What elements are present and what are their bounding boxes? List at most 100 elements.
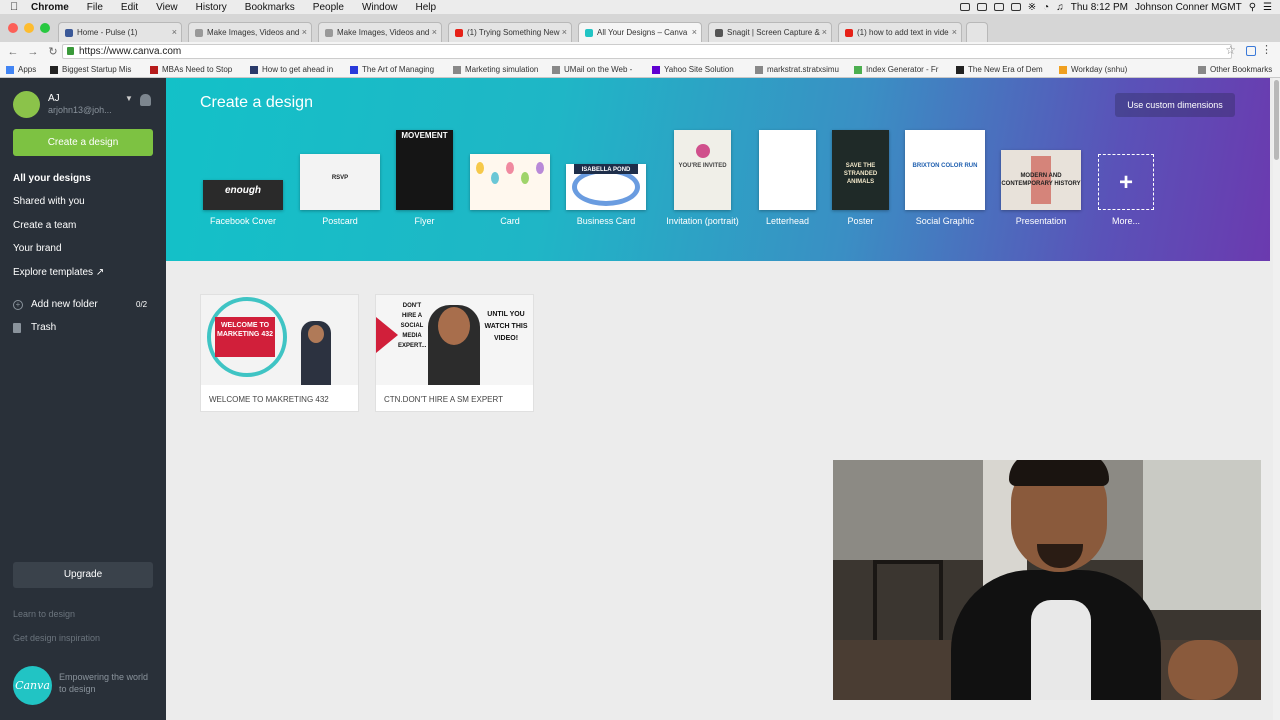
menu-people[interactable]: People	[304, 2, 353, 13]
sidebar-item-create-team[interactable]: Create a team	[13, 220, 76, 231]
bookmark-item[interactable]: Yahoo Site Solution	[652, 65, 734, 74]
back-icon[interactable]: ←	[6, 46, 20, 58]
bookmark-item[interactable]: Workday (snhu)	[1059, 65, 1127, 74]
tab[interactable]: (1) Trying Something New ×	[448, 22, 572, 42]
close-tab-icon[interactable]: ×	[822, 27, 827, 37]
menu-edit[interactable]: Edit	[112, 2, 147, 13]
bookmark-item[interactable]: markstrat.stratxsimu	[755, 65, 839, 74]
bookmark-label: Index Generator - Fr	[866, 65, 939, 74]
canva-logo[interactable]: Canva	[13, 666, 52, 705]
add-folder-item[interactable]: + Add new folder	[13, 299, 98, 310]
bookmark-item[interactable]: How to get ahead in	[250, 65, 333, 74]
upgrade-button[interactable]: Upgrade	[13, 562, 153, 588]
bookmark-icon	[755, 65, 763, 74]
cloud-icon[interactable]	[1010, 3, 1021, 11]
user-menu[interactable]: Johnson Conner MGMT	[1135, 2, 1242, 13]
sidebar-item-all-designs[interactable]: All your designs	[13, 173, 91, 184]
design-card[interactable]: DON'T HIRE A SOCIAL MEDIA EXPERT... UNTI…	[375, 294, 534, 412]
avatar[interactable]	[13, 91, 40, 118]
template-item[interactable]: SAVE THE STRANDED ANIMALS Poster	[832, 78, 889, 228]
snagit-icon[interactable]	[993, 3, 1004, 11]
tab[interactable]: Snagit | Screen Capture & ×	[708, 22, 832, 42]
sidebar: AJ arjohn13@joh... ▼ Create a design All…	[0, 78, 166, 720]
chevron-down-icon[interactable]: ▼	[125, 94, 133, 103]
bookmark-item[interactable]: Index Generator - Fr	[854, 65, 938, 74]
menu-bookmarks[interactable]: Bookmarks	[236, 2, 304, 13]
learn-link[interactable]: Learn to design	[13, 609, 75, 619]
close-tab-icon[interactable]: ×	[952, 27, 957, 37]
forward-icon[interactable]: →	[26, 46, 40, 58]
tab[interactable]: All Your Designs – Canva ×	[578, 22, 702, 42]
zoom-window-icon[interactable]	[40, 23, 50, 33]
macos-menubar:  Chrome File Edit View History Bookmark…	[0, 0, 1280, 14]
menu-file[interactable]: File	[78, 2, 112, 13]
bookmark-label: The New Era of Dem	[968, 65, 1043, 74]
tab[interactable]: Home - Pulse (1) ×	[58, 22, 182, 42]
tab[interactable]: Make Images, Videos and ×	[318, 22, 442, 42]
sidebar-item-explore-templates[interactable]: Explore templates ↗	[13, 267, 104, 278]
chrome-menu-icon[interactable]: ⋮	[1261, 43, 1272, 56]
camera-icon[interactable]	[959, 3, 970, 11]
menu-chrome[interactable]: Chrome	[22, 2, 78, 13]
bookmark-item[interactable]: Apps	[6, 65, 36, 74]
tab[interactable]: (1) how to add text in vide ×	[838, 22, 962, 42]
template-item[interactable]: Card	[470, 78, 550, 228]
bookmark-item[interactable]: MBAs Need to Stop	[150, 65, 232, 74]
template-item[interactable]: YOU'RE INVITED Invitation (portrait)	[666, 78, 739, 228]
new-tab-button[interactable]	[966, 22, 988, 42]
volume-icon[interactable]: ♫	[1056, 2, 1064, 13]
bookmark-item[interactable]: Biggest Startup Mis	[50, 65, 131, 74]
trash-item[interactable]: Trash	[13, 322, 56, 333]
template-item[interactable]: MOVEMENT Flyer	[396, 78, 453, 228]
close-tab-icon[interactable]: ×	[302, 27, 307, 37]
bell-icon[interactable]	[140, 94, 151, 106]
minimize-window-icon[interactable]	[24, 23, 34, 33]
template-item[interactable]: ISABELLA POND Business Card	[566, 78, 646, 228]
menu-list-icon[interactable]: ☰	[1263, 2, 1272, 13]
menu-view[interactable]: View	[147, 2, 187, 13]
bookmark-item[interactable]: The New Era of Dem	[956, 65, 1043, 74]
menu-history[interactable]: History	[187, 2, 236, 13]
template-item[interactable]: MODERN AND CONTEMPORARY HISTORY Presentat…	[1001, 78, 1081, 228]
thumbnail-text: WELCOME TO MARKETING 432	[216, 322, 273, 338]
search-icon[interactable]: ⚲	[1249, 2, 1256, 13]
template-item[interactable]: + More...	[1098, 78, 1154, 228]
wifi-icon[interactable]: ◔	[1043, 2, 1049, 13]
extension-icon[interactable]	[1246, 46, 1256, 56]
scrollbar-thumb[interactable]	[1274, 80, 1279, 160]
bluetooth-icon[interactable]: ※	[1028, 2, 1036, 13]
sidebar-item-brand[interactable]: Your brand	[13, 243, 62, 254]
template-item[interactable]: RSVP Postcard	[300, 78, 380, 228]
address-toolbar: ← → ↻ https://www.canva.com ☆ ⋮	[0, 42, 1280, 61]
clock[interactable]: Thu 8:12 PM	[1071, 2, 1128, 13]
tab[interactable]: Make Images, Videos and ×	[188, 22, 312, 42]
bookmark-item[interactable]: Marketing simulation	[453, 65, 538, 74]
bookmark-item[interactable]: The Art of Managing	[350, 65, 434, 74]
design-card[interactable]: WELCOME TO MARKETING 432 WELCOME TO MAKR…	[200, 294, 359, 412]
create-design-button[interactable]: Create a design	[13, 129, 153, 156]
apple-icon[interactable]: 	[10, 1, 22, 13]
reload-icon[interactable]: ↻	[46, 45, 60, 58]
sidebar-item-shared[interactable]: Shared with you	[13, 196, 85, 207]
url-field[interactable]: https://www.canva.com	[62, 44, 1232, 59]
template-thumbnail: BRIXTON COLOR RUN	[905, 130, 985, 210]
scrollbar[interactable]	[1273, 78, 1280, 720]
close-tab-icon[interactable]: ×	[432, 27, 437, 37]
close-window-icon[interactable]	[8, 23, 18, 33]
inspiration-link[interactable]: Get design inspiration	[13, 633, 100, 643]
close-tab-icon[interactable]: ×	[172, 27, 177, 37]
bookmark-item[interactable]: UMail on the Web -	[552, 65, 632, 74]
template-item[interactable]: BRIXTON COLOR RUN Social Graphic	[905, 78, 985, 228]
close-tab-icon[interactable]: ×	[692, 27, 697, 37]
template-item[interactable]: enough Facebook Cover	[203, 78, 283, 228]
screen-icon[interactable]	[976, 3, 987, 11]
bookmark-star-icon[interactable]: ☆	[1225, 43, 1236, 57]
tab-title: (1) how to add text in vide	[857, 28, 949, 37]
close-tab-icon[interactable]: ×	[562, 27, 567, 37]
bookmark-item[interactable]: Other Bookmarks	[1198, 65, 1272, 74]
bookmark-label: MBAs Need to Stop	[162, 65, 233, 74]
template-item[interactable]: Letterhead	[759, 78, 816, 228]
menu-help[interactable]: Help	[407, 2, 446, 13]
menu-window[interactable]: Window	[353, 2, 407, 13]
user-email: arjohn13@joh...	[48, 105, 112, 115]
